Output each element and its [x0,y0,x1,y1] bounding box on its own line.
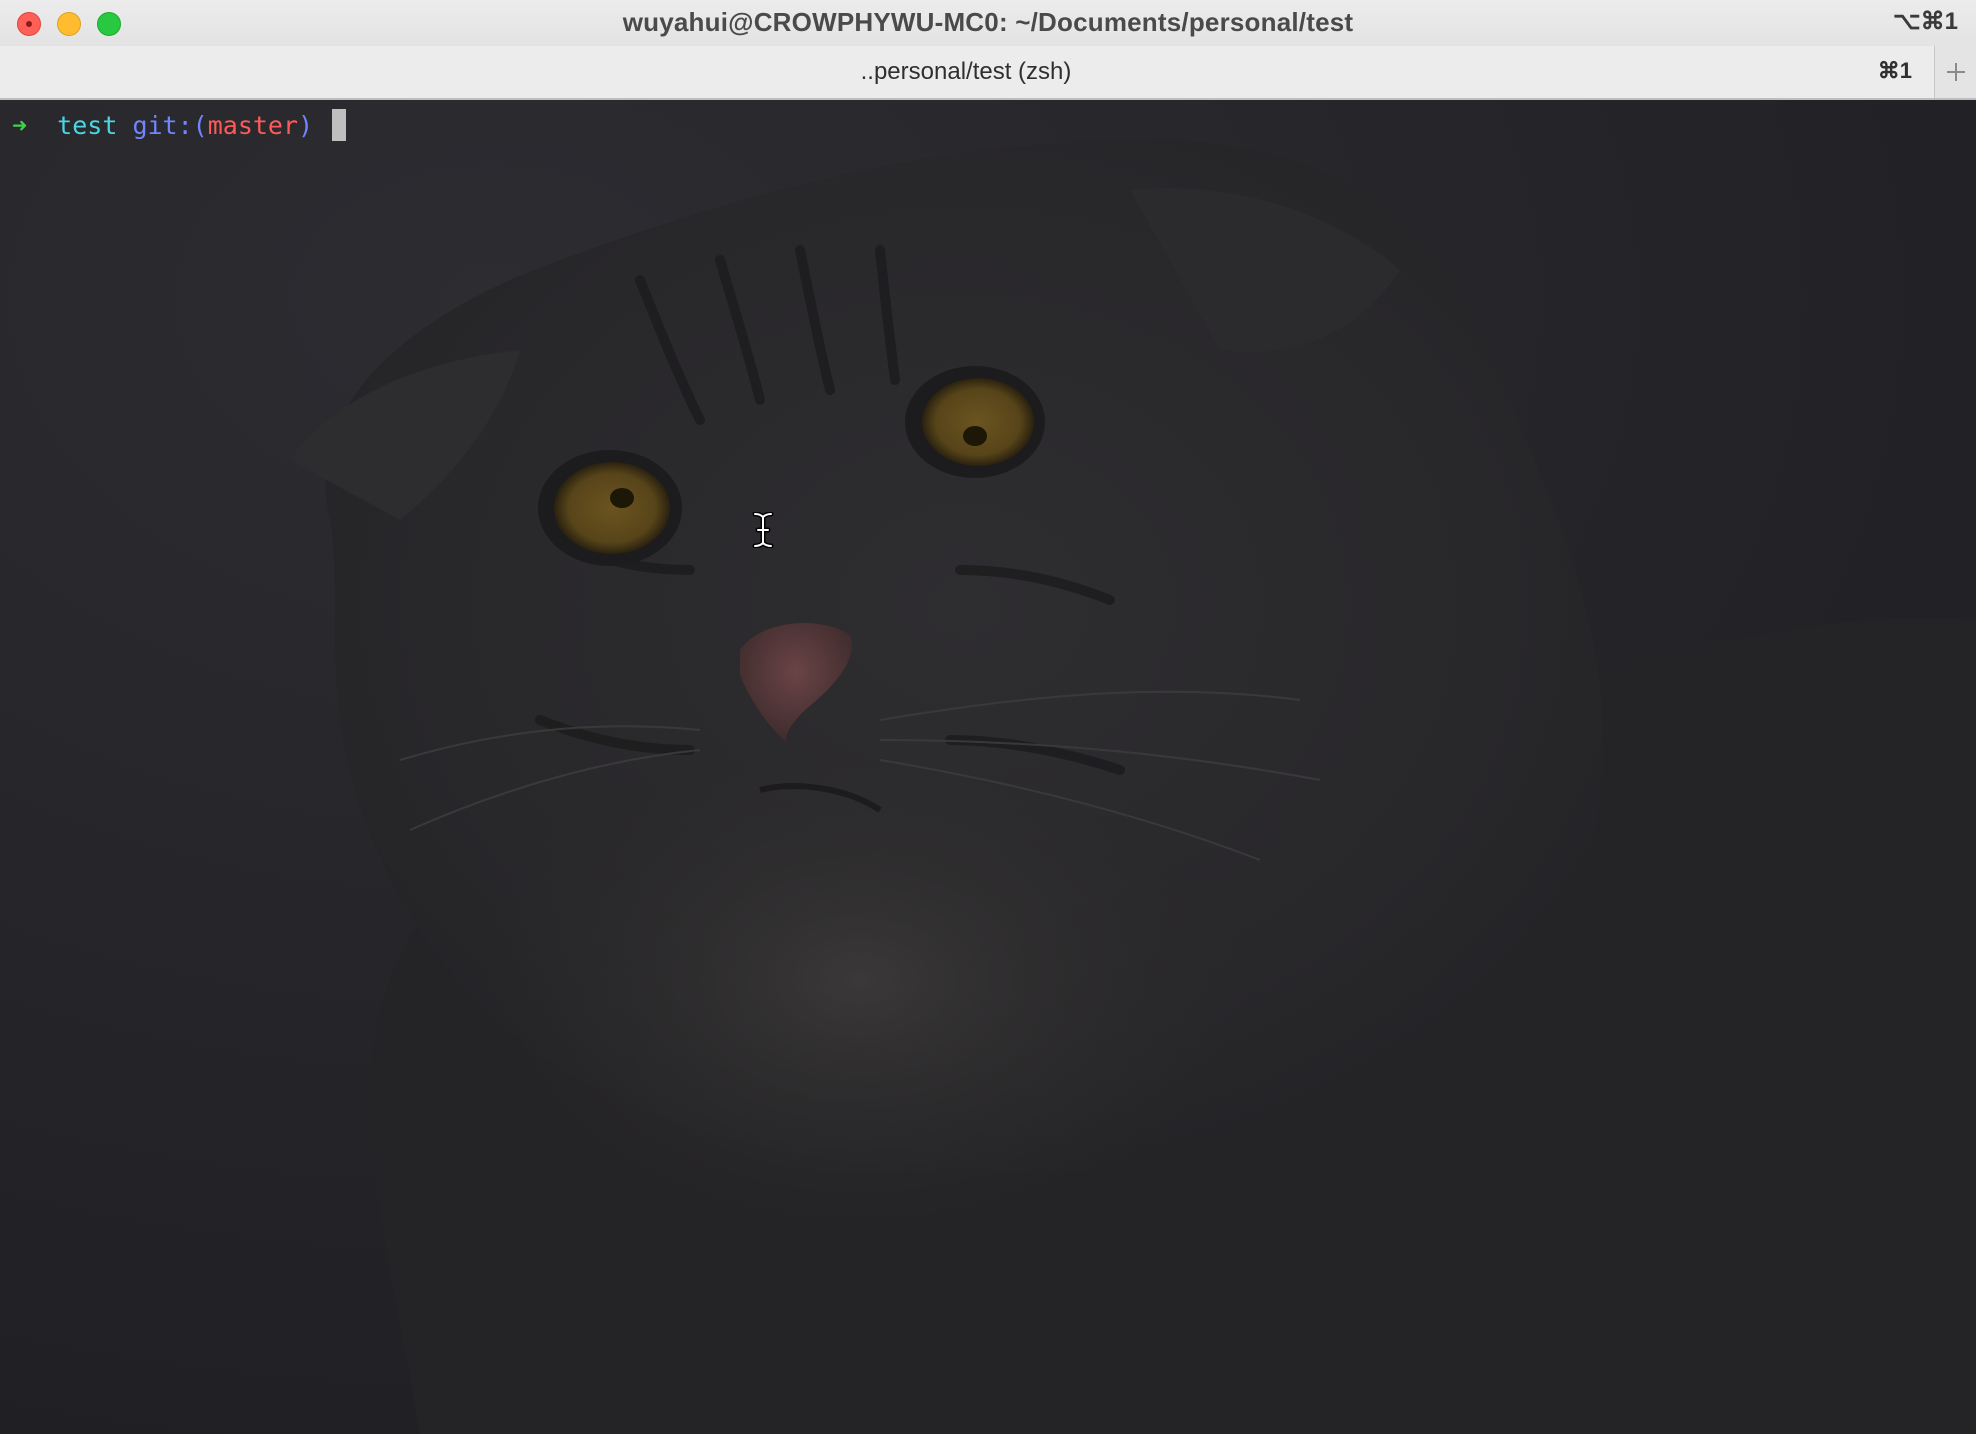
tab-label: ..personal/test (zsh) [860,58,1072,85]
prompt-git-suffix: ) [298,111,314,140]
prompt-arrow-icon: ➜ [12,111,28,140]
terminal-window: wuyahui@CROWPHYWU-MC0: ~/Documents/perso… [0,0,1976,1434]
prompt-directory: test [57,111,118,140]
terminal-content[interactable]: ➜ test git:(master) [0,100,1976,1434]
title-bar[interactable]: wuyahui@CROWPHYWU-MC0: ~/Documents/perso… [0,0,1976,46]
plus-icon [1947,63,1965,81]
tab-zsh[interactable]: ..personal/test (zsh) ⌘1 [0,46,1932,98]
shell-prompt-line: ➜ test git:(master) [12,108,347,144]
pallas-cat-background-image [0,100,1976,1434]
window-title: wuyahui@CROWPHYWU-MC0: ~/Documents/perso… [622,7,1354,37]
prompt-git-branch: master [207,111,299,140]
text-cursor [332,109,347,141]
window-shortcut-label: ⌥⌘1 [1892,8,1958,35]
new-tab-button[interactable] [1934,46,1976,98]
tab-bar: ..personal/test (zsh) ⌘1 [0,46,1976,100]
tab-shortcut-label: ⌘1 [1877,58,1912,83]
ibeam-cursor-icon [752,512,774,548]
prompt-git-prefix: git:( [132,111,208,140]
